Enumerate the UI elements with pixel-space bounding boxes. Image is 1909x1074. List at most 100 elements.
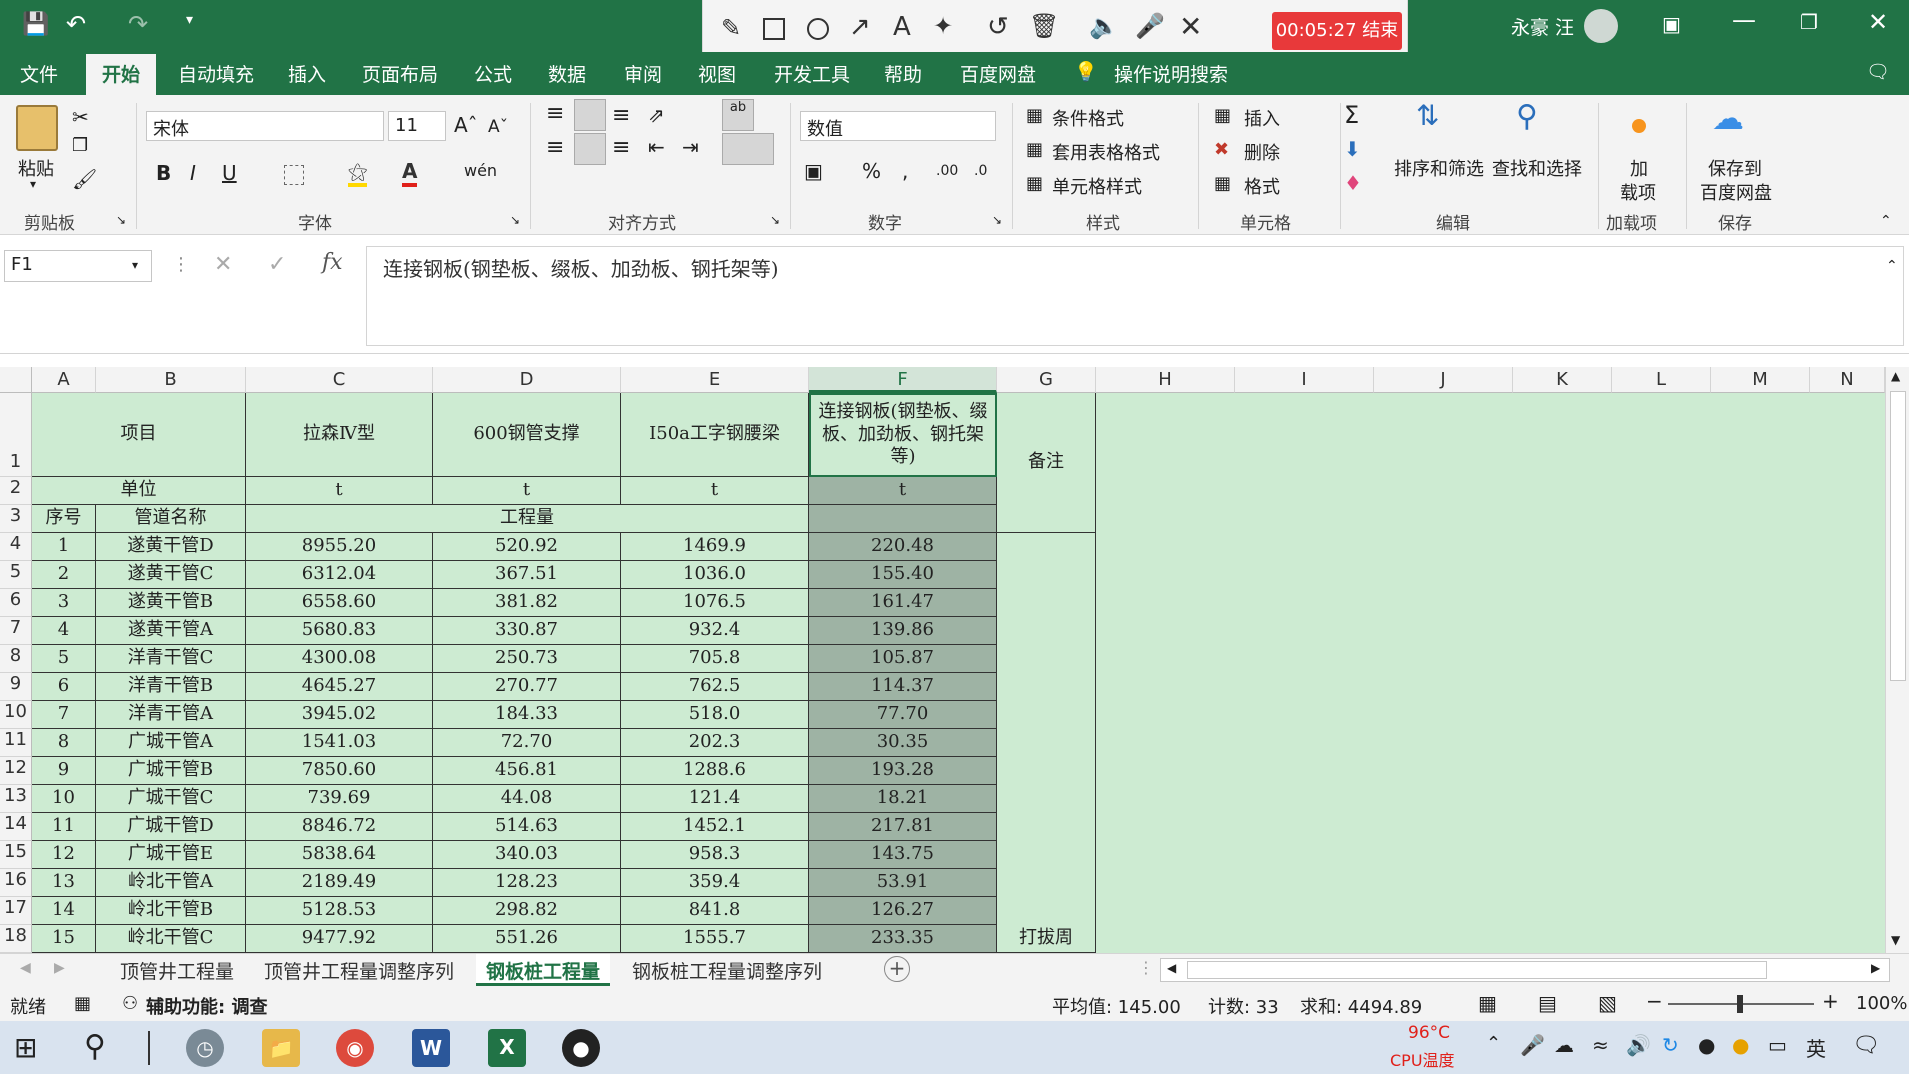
scroll-right-icon[interactable]: ▶: [1871, 961, 1880, 975]
cell-steel-pipe[interactable]: 270.77: [433, 673, 621, 701]
cell-steel-pipe[interactable]: 381.82: [433, 589, 621, 617]
avatar[interactable]: [1584, 9, 1618, 43]
vertical-scrollbar[interactable]: ▲ ▼: [1885, 367, 1909, 953]
cell-unit-f[interactable]: t: [809, 477, 997, 505]
cell-larsen[interactable]: 8955.20: [246, 533, 433, 561]
column-header-a[interactable]: A: [32, 367, 96, 393]
align-left-icon[interactable]: ≡: [546, 135, 564, 160]
text-tool-icon[interactable]: A: [893, 12, 911, 42]
row-header-18[interactable]: 18: [0, 925, 32, 953]
undo-drawing-icon[interactable]: ↺: [987, 12, 1009, 42]
normal-view-icon[interactable]: ▦: [1478, 991, 1497, 1015]
alignment-launcher-icon[interactable]: ↘: [770, 213, 780, 227]
row-header-14[interactable]: 14: [0, 813, 32, 841]
pen-icon[interactable]: ✎: [721, 14, 741, 42]
tray-qq-icon[interactable]: ●: [1698, 1033, 1715, 1057]
cell-seq[interactable]: 5: [32, 645, 96, 673]
qq-icon[interactable]: ●: [562, 1029, 600, 1067]
window-close-icon[interactable]: ✕: [1868, 8, 1888, 36]
trash-icon[interactable]: 🗑: [1029, 12, 1059, 40]
cell-seq[interactable]: 1: [32, 533, 96, 561]
cell-header-c[interactable]: 拉森Ⅳ型: [246, 393, 433, 477]
cell-i-beam[interactable]: 1076.5: [621, 589, 809, 617]
cell-header-f-selected[interactable]: 连接钢板(钢垫板、缀板、加劲板、钢托架等): [809, 393, 997, 477]
tab-developer[interactable]: 开发工具: [774, 60, 850, 87]
addin-button-line2[interactable]: 载项: [1620, 179, 1656, 205]
column-header-c[interactable]: C: [246, 367, 433, 393]
cell-seq[interactable]: 7: [32, 701, 96, 729]
cell-steel-pipe[interactable]: 340.03: [433, 841, 621, 869]
cell-seq[interactable]: 14: [32, 897, 96, 925]
cell-larsen[interactable]: 2189.49: [246, 869, 433, 897]
bold-icon[interactable]: B: [156, 161, 171, 185]
italic-icon[interactable]: I: [190, 161, 196, 185]
confirm-formula-icon[interactable]: ✓: [268, 252, 286, 277]
row-header-12[interactable]: 12: [0, 757, 32, 785]
name-box-dropdown-icon[interactable]: ▾: [132, 258, 138, 272]
status-average[interactable]: 平均值: 145.00: [1052, 993, 1181, 1019]
onedrive-icon[interactable]: ☁: [1554, 1033, 1574, 1057]
percent-icon[interactable]: %: [862, 159, 881, 183]
customize-quick-access-icon[interactable]: ▾: [186, 12, 193, 28]
cell-steel-pipe[interactable]: 184.33: [433, 701, 621, 729]
cell-seq[interactable]: 12: [32, 841, 96, 869]
sheet-tab-2[interactable]: 顶管井工程量调整序列: [254, 954, 464, 986]
ime-indicator[interactable]: 英: [1806, 1033, 1826, 1062]
tab-home[interactable]: 开始: [86, 54, 157, 95]
cell-steel-plate[interactable]: 53.91: [809, 869, 997, 897]
task-view-icon[interactable]: [148, 1031, 150, 1065]
cpu-temperature[interactable]: 96°C: [1408, 1023, 1450, 1043]
align-top-icon[interactable]: ≡: [546, 101, 564, 126]
paste-dropdown-icon[interactable]: ▾: [30, 177, 36, 191]
column-header-f[interactable]: F: [809, 367, 997, 393]
zoom-in-icon[interactable]: +: [1822, 989, 1839, 1013]
microphone-icon[interactable]: 🎤: [1135, 12, 1165, 40]
number-launcher-icon[interactable]: ↘: [992, 213, 1002, 227]
row-header-10[interactable]: 10: [0, 701, 32, 729]
cell-steel-pipe[interactable]: 367.51: [433, 561, 621, 589]
find-select-button[interactable]: 查找和选择: [1492, 155, 1582, 181]
cut-icon[interactable]: ✂: [72, 105, 89, 129]
column-header-j[interactable]: J: [1374, 367, 1513, 393]
tab-formulas[interactable]: 公式: [474, 60, 512, 87]
cell-steel-plate[interactable]: 18.21: [809, 785, 997, 813]
cell-header-remark[interactable]: 备注: [997, 393, 1096, 533]
fill-icon[interactable]: ⬇: [1344, 137, 1361, 161]
column-header-b[interactable]: B: [96, 367, 246, 393]
row-header-13[interactable]: 13: [0, 785, 32, 813]
conditional-format-button[interactable]: 条件格式: [1052, 105, 1124, 131]
decrease-decimal-icon[interactable]: .0: [974, 163, 987, 179]
orientation-icon[interactable]: ⇗: [648, 103, 665, 127]
zoom-out-icon[interactable]: −: [1646, 989, 1663, 1013]
cell-i-beam[interactable]: 958.3: [621, 841, 809, 869]
cell-steel-pipe[interactable]: 514.63: [433, 813, 621, 841]
minimize-icon[interactable]: —: [1732, 6, 1756, 34]
font-color-icon[interactable]: A: [402, 159, 418, 187]
page-layout-view-icon[interactable]: ▤: [1538, 991, 1557, 1015]
cell-steel-pipe[interactable]: 128.23: [433, 869, 621, 897]
tray-qq2-icon[interactable]: ●: [1732, 1033, 1749, 1057]
cell-seq[interactable]: 3: [32, 589, 96, 617]
wifi-icon[interactable]: ≈: [1592, 1033, 1609, 1057]
cell-pipe-name[interactable]: 广城干管A: [96, 729, 246, 757]
tab-page-layout[interactable]: 页面布局: [362, 60, 438, 87]
undo-icon[interactable]: ↶: [66, 10, 86, 38]
cell-larsen[interactable]: 1541.03: [246, 729, 433, 757]
column-header-n[interactable]: N: [1810, 367, 1885, 393]
cell-pipe-name[interactable]: 洋青干管A: [96, 701, 246, 729]
cell-pipe-name[interactable]: 广城干管C: [96, 785, 246, 813]
horizontal-scrollbar[interactable]: ◀ ▶: [1160, 958, 1890, 982]
cell-larsen[interactable]: 9477.92: [246, 925, 433, 953]
cell-larsen[interactable]: 5680.83: [246, 617, 433, 645]
cell-i-beam[interactable]: 932.4: [621, 617, 809, 645]
column-header-i[interactable]: I: [1235, 367, 1374, 393]
cell-steel-pipe[interactable]: 250.73: [433, 645, 621, 673]
tab-autofill[interactable]: 自动填充: [178, 60, 254, 87]
cell-remark-g18[interactable]: 打拔周: [997, 925, 1096, 953]
cell-steel-pipe[interactable]: 520.92: [433, 533, 621, 561]
underline-icon[interactable]: U: [222, 161, 237, 185]
phonetic-guide-icon[interactable]: wén: [464, 161, 497, 180]
cell-steel-plate[interactable]: 139.86: [809, 617, 997, 645]
tab-splitter[interactable]: ⋮: [1138, 958, 1154, 977]
cell-i-beam[interactable]: 705.8: [621, 645, 809, 673]
